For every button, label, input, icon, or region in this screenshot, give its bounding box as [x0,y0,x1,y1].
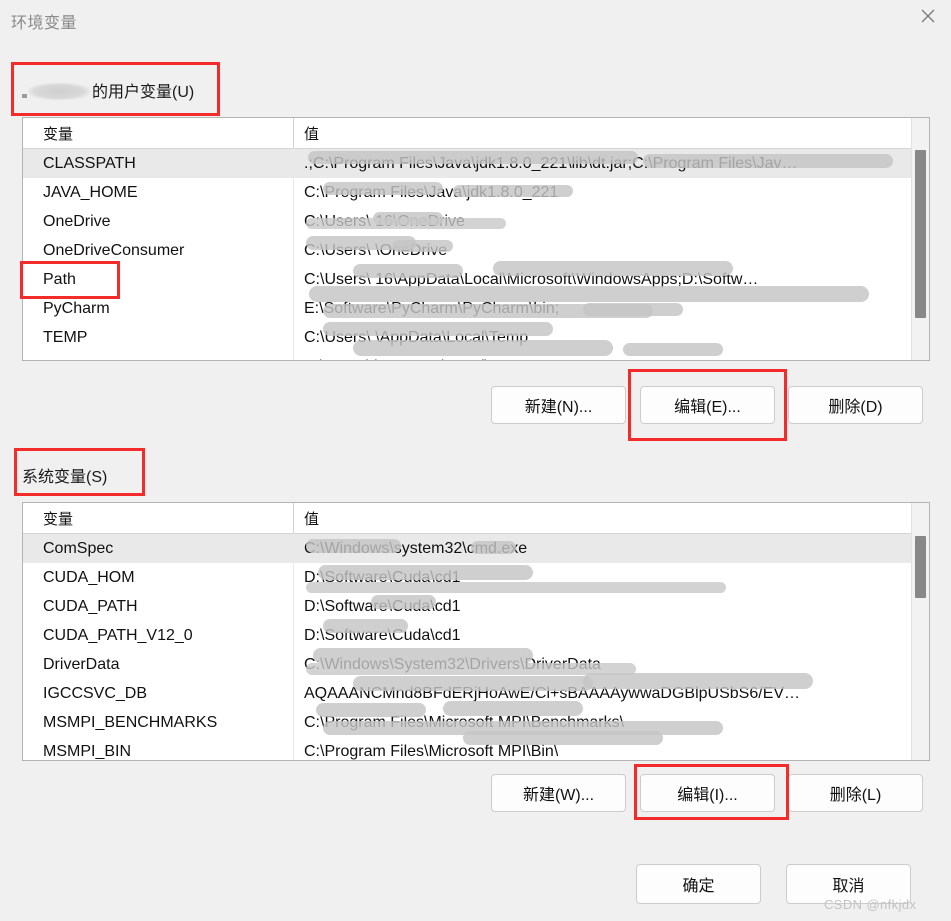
variable-value-cell: C:\Users\ \OneDrive [304,236,447,265]
user-col-header-value[interactable]: 值 [304,123,319,144]
variable-name-cell: CLASSPATH [43,149,136,178]
variable-name-cell: PyCharm [43,294,110,323]
table-row[interactable]: TEMP C:\Users\ \AppData\Local\Temp [23,323,929,352]
table-row[interactable]: CUDA_PATH_V12_0 D:\Software\Cuda\cd1 [23,621,929,650]
system-table-rows: ComSpecC:\Windows\system32\cmd.exeCUDA_H… [23,534,929,761]
variable-name-cell: TEMP [43,323,87,352]
table-row[interactable]: PyCharm E:\Software\PyCharm\PyCharm\bin; [23,294,929,323]
table-row[interactable]: TMP C:\Users\ \AppData\Local\Tmp [23,352,929,361]
system-header-divider [293,503,294,533]
table-row[interactable]: CUDA_PATH D:\Software\Cuda\cd1 [23,592,929,621]
variable-name-cell: OneDrive [43,207,111,236]
table-row[interactable]: IGCCSVC_DB AQAAANCMnd8BFdERjHoAwE/Cl+sBAA… [23,679,929,708]
variable-value-cell: C:\Windows\system32\cmd.exe [304,534,527,563]
table-row[interactable]: MSMPI_BENCHMARKS C:\Program Files\Microso… [23,708,929,737]
variable-value-cell: .;C:\Program Files\Java\jdk1.8.0_221\lib… [304,149,798,178]
close-button[interactable] [905,0,951,32]
variable-name-cell: IGCCSVC_DB [43,679,147,708]
table-row[interactable]: OneDriveConsumer C:\Users\ \OneDrive [23,236,929,265]
user-edit-button[interactable]: 编辑(E)... [640,386,775,424]
table-row[interactable]: CLASSPATH .;C:\Program Files\Java\jdk1.8.… [23,149,929,178]
variable-value-cell: D:\Software\Cuda\cd1 [304,592,461,621]
system-col-header-variable[interactable]: 变量 [43,508,73,529]
user-col-header-variable[interactable]: 变量 [43,123,73,144]
variable-name-cell: DriverData [43,650,119,679]
title-bar: 环境变量 [0,0,951,45]
system-delete-button[interactable]: 删除(L) [788,774,923,812]
system-scrollbar-thumb[interactable] [915,536,926,598]
system-new-button[interactable]: 新建(W)... [491,774,626,812]
user-new-button[interactable]: 新建(N)... [491,386,626,424]
table-row[interactable]: DriverData C:\Windows\System32\Drivers\Dr… [23,650,929,679]
user-header-divider [293,118,294,148]
user-scrollbar-thumb[interactable] [915,150,926,318]
variable-value-cell: D:\Software\Cuda\cd1 [304,563,461,592]
system-variables-table[interactable]: 变量 值 ComSpecC:\Windows\system32\cmd.exeC… [22,502,930,761]
user-variables-table[interactable]: 变量 值 CLASSPATH .;C:\Program Files\Java\jd… [22,117,930,361]
user-delete-button[interactable]: 删除(D) [788,386,923,424]
system-edit-button[interactable]: 编辑(I)... [640,774,775,812]
ok-button[interactable]: 确定 [636,864,761,904]
variable-value-cell: C:\Users\ \AppData\Local\Tmp [304,352,521,361]
window-title: 环境变量 [11,9,77,33]
table-row[interactable]: Path C:\Users\ 16\AppData\Local\Microsoft… [23,265,929,294]
redaction-dot [22,94,27,98]
variable-name-cell: CUDA_HOM [43,563,135,592]
variable-name-cell: Path [43,265,76,294]
variable-name-cell: OneDriveConsumer [43,236,184,265]
variable-name-cell: MSMPI_BENCHMARKS [43,708,217,737]
variable-value-cell: C:\Users\ \AppData\Local\Temp [304,323,528,352]
close-icon [920,8,936,24]
username-redaction [28,83,90,100]
variable-name-cell: TMP [43,352,77,361]
variable-value-cell: C:\Program Files\Microsoft MPI\Benchmark… [304,708,624,737]
table-row[interactable]: MSMPI_BIN C:\Program Files\Microsoft MPI\… [23,737,929,761]
table-row[interactable]: CUDA_HOM D:\Software\Cuda\cd1 [23,563,929,592]
variable-name-cell: ComSpec [43,534,113,563]
variable-value-cell: C:\Users\ 16\OneDrive [304,207,465,236]
user-table-rows: CLASSPATH .;C:\Program Files\Java\jdk1.8.… [23,149,929,361]
user-table-header: 变量 值 [23,118,929,149]
variable-value-cell: D:\Software\Cuda\cd1 [304,621,461,650]
system-table-header: 变量 值 [23,503,929,534]
table-row[interactable]: OneDrive C:\Users\ 16\OneDrive [23,207,929,236]
system-variables-label: 系统变量(S) [22,463,107,487]
variable-value-cell: C:\Program Files\Java\jdk1.8.0_221 [304,178,558,207]
table-row[interactable]: ComSpec C:\Windows\system32\cmd.exe [23,534,929,563]
variable-value-cell: C:\Windows\System32\Drivers\DriverData [304,650,601,679]
user-variables-label: 的用户变量(U) [22,78,194,102]
system-table-scrollbar[interactable] [911,503,929,760]
variable-value-cell: C:\Program Files\Microsoft MPI\Bin\ [304,737,558,761]
variable-value-cell: C:\Users\ 16\AppData\Local\Microsoft\Win… [304,265,758,294]
variable-value-cell: E:\Software\PyCharm\PyCharm\bin; [304,294,559,323]
variable-name-cell: CUDA_PATH_V12_0 [43,621,193,650]
cancel-button[interactable]: 取消 [786,864,911,904]
user-variables-label-text: 的用户变量(U) [92,84,194,101]
table-row[interactable]: JAVA_HOME C:\Program Files\Java\jdk1.8.0_… [23,178,929,207]
variable-name-cell: CUDA_PATH [43,592,138,621]
variable-name-cell: JAVA_HOME [43,178,138,207]
variable-value-cell: AQAAANCMnd8BFdERjHoAwE/Cl+sBAAAAywwaDGBl… [304,679,800,708]
system-col-header-value[interactable]: 值 [304,508,319,529]
user-table-scrollbar[interactable] [911,118,929,360]
variable-name-cell: MSMPI_BIN [43,737,131,761]
